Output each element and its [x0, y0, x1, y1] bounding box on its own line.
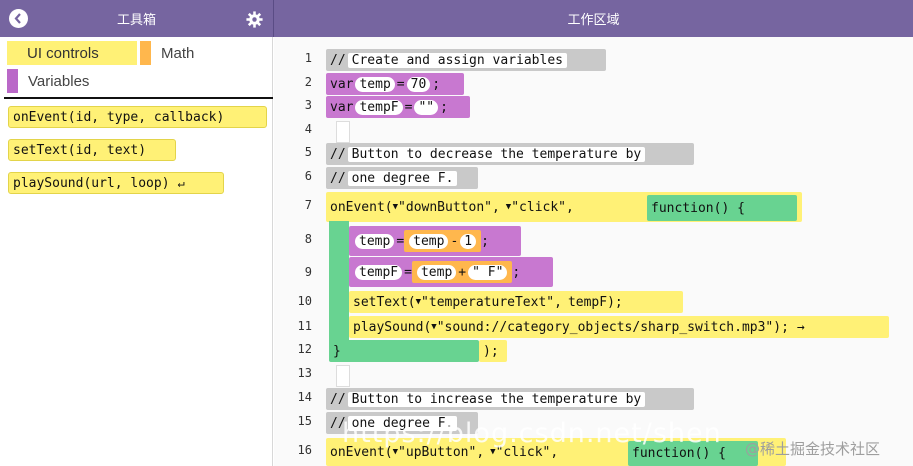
category-swatch: [140, 41, 151, 65]
gear-icon[interactable]: [246, 11, 263, 28]
var-declaration-block[interactable]: var temp = 70 ;: [326, 73, 464, 95]
toolbox-separator: [4, 97, 273, 99]
variable-name[interactable]: tempF: [355, 264, 403, 280]
onevent-close: );: [479, 340, 507, 362]
comment-block[interactable]: //Button to increase the temperature by: [326, 388, 694, 410]
block-label: onEvent(id, type, callback): [13, 109, 225, 125]
site-watermark: @稀土掘金技术社区: [745, 440, 881, 458]
variable-name[interactable]: temp: [355, 76, 395, 92]
function-name: playSound(: [353, 319, 432, 335]
keyword-var: var: [330, 76, 354, 92]
sound-url-value[interactable]: "sound://category_objects/sharp_switch.m…: [437, 320, 789, 335]
line-number: 16: [297, 443, 312, 457]
workspace-title: 工作区域: [567, 13, 620, 28]
text-argument[interactable]: tempF);: [568, 295, 623, 310]
category-ui-controls[interactable]: UI controls: [7, 41, 137, 65]
operator: =: [404, 264, 412, 280]
keyword-var: var: [330, 99, 354, 115]
line-number: 6: [304, 169, 312, 183]
workspace[interactable]: 1 2 3 4 5 6 7 8 9 10 11 12 13 14 15 16 /…: [274, 37, 913, 466]
line-number-gutter: 1 2 3 4 5 6 7 8 9 10 11 12 13 14 15 16: [274, 37, 318, 466]
string-concat-block[interactable]: temp + " F": [411, 261, 513, 283]
url-watermark: https://blog.csdn.net/shen: [342, 418, 722, 449]
number-value[interactable]: 1: [460, 233, 477, 249]
operator: =: [396, 233, 405, 249]
string-value[interactable]: "": [414, 99, 439, 115]
line-number: 2: [304, 75, 312, 89]
variable-name[interactable]: temp: [355, 233, 395, 249]
callback-label: function() {: [651, 200, 745, 216]
category-label: Variables: [28, 72, 90, 90]
callback-close: }: [329, 340, 479, 362]
variable-name[interactable]: temp: [416, 264, 457, 280]
line-number: 9: [304, 265, 312, 279]
line-number: 13: [297, 366, 312, 380]
comment-block[interactable]: //Create and assign variables: [326, 49, 606, 71]
close-paren: );: [483, 343, 499, 359]
line-number: 14: [297, 390, 312, 404]
element-id-value[interactable]: "temperatureText",: [421, 295, 562, 310]
math-expression-block[interactable]: temp - 1: [404, 230, 482, 252]
variable-name[interactable]: temp: [409, 233, 449, 249]
expand-arguments-icon[interactable]: →: [797, 320, 805, 335]
line-number: 4: [304, 122, 312, 136]
chevron-left-icon: [14, 13, 21, 24]
toolbox-block-onevent[interactable]: onEvent(id, type, callback): [8, 106, 267, 128]
line-number: 11: [297, 319, 312, 333]
variable-name[interactable]: tempF: [355, 99, 403, 115]
line-number: 12: [297, 342, 312, 356]
toolbox-title: 工具箱: [116, 13, 156, 28]
line-number: 3: [304, 98, 312, 112]
operator: =: [404, 99, 413, 115]
comment-block[interactable]: //one degree F.: [326, 167, 478, 189]
block-label: setText(id, text): [13, 142, 147, 158]
line-number: 15: [297, 414, 312, 428]
playsound-block[interactable]: playSound( ▼ "sound://category_objects/s…: [349, 316, 889, 338]
settext-block[interactable]: setText( ▼ "temperatureText", tempF);: [349, 291, 683, 313]
close-brace: }: [333, 343, 341, 359]
category-math[interactable]: Math: [140, 41, 194, 65]
category-label: UI controls: [27, 44, 99, 62]
event-id-value[interactable]: "downButton",: [398, 200, 500, 215]
comment-text[interactable]: Button to increase the temperature by: [347, 391, 646, 407]
category-variables[interactable]: Variables: [7, 69, 89, 93]
toolbox-header: 工具箱: [0, 0, 273, 37]
string-value[interactable]: " F": [468, 264, 508, 280]
block-label: playSound(url, loop): [13, 175, 170, 191]
function-name: setText(: [353, 294, 416, 310]
callback-body-rail: [329, 221, 349, 357]
callback-function-block[interactable]: function() {: [647, 195, 797, 221]
comment-text[interactable]: Button to decrease the temperature by: [347, 146, 646, 162]
empty-line-slot: [336, 121, 350, 143]
line-number: 7: [304, 198, 312, 212]
empty-line-slot: [336, 365, 350, 387]
toolbox-panel: UI controls Math Variables onEvent(id, t…: [0, 37, 273, 466]
toolbox-block-settext[interactable]: setText(id, text): [8, 139, 176, 161]
var-declaration-block[interactable]: var tempF = "" ;: [326, 96, 470, 118]
workspace-header: 工作区域: [274, 0, 913, 37]
category-label: Math: [161, 44, 195, 62]
toolbox-block-playsound[interactable]: playSound(url, loop) ↵: [8, 172, 224, 194]
operator: =: [396, 76, 405, 92]
category-swatch: [7, 69, 18, 93]
enter-icon: ↵: [177, 176, 185, 190]
number-value[interactable]: 70: [406, 76, 431, 92]
assignment-block[interactable]: tempF = temp + " F" ;: [349, 257, 553, 287]
line-number: 8: [304, 232, 312, 246]
operator: -: [450, 233, 459, 249]
line-number: 5: [304, 145, 312, 159]
line-number: 10: [297, 294, 312, 308]
function-name: onEvent(: [330, 199, 393, 215]
comment-text[interactable]: one degree F.: [347, 170, 458, 186]
line-number: 1: [304, 51, 312, 65]
comment-block[interactable]: //Button to decrease the temperature by: [326, 143, 694, 165]
event-type-value[interactable]: "click",: [511, 200, 574, 215]
collapse-toolbox-button[interactable]: [9, 9, 28, 28]
operator: +: [458, 264, 467, 280]
assignment-block[interactable]: temp = temp - 1 ;: [349, 226, 521, 256]
comment-text[interactable]: Create and assign variables: [347, 52, 567, 68]
